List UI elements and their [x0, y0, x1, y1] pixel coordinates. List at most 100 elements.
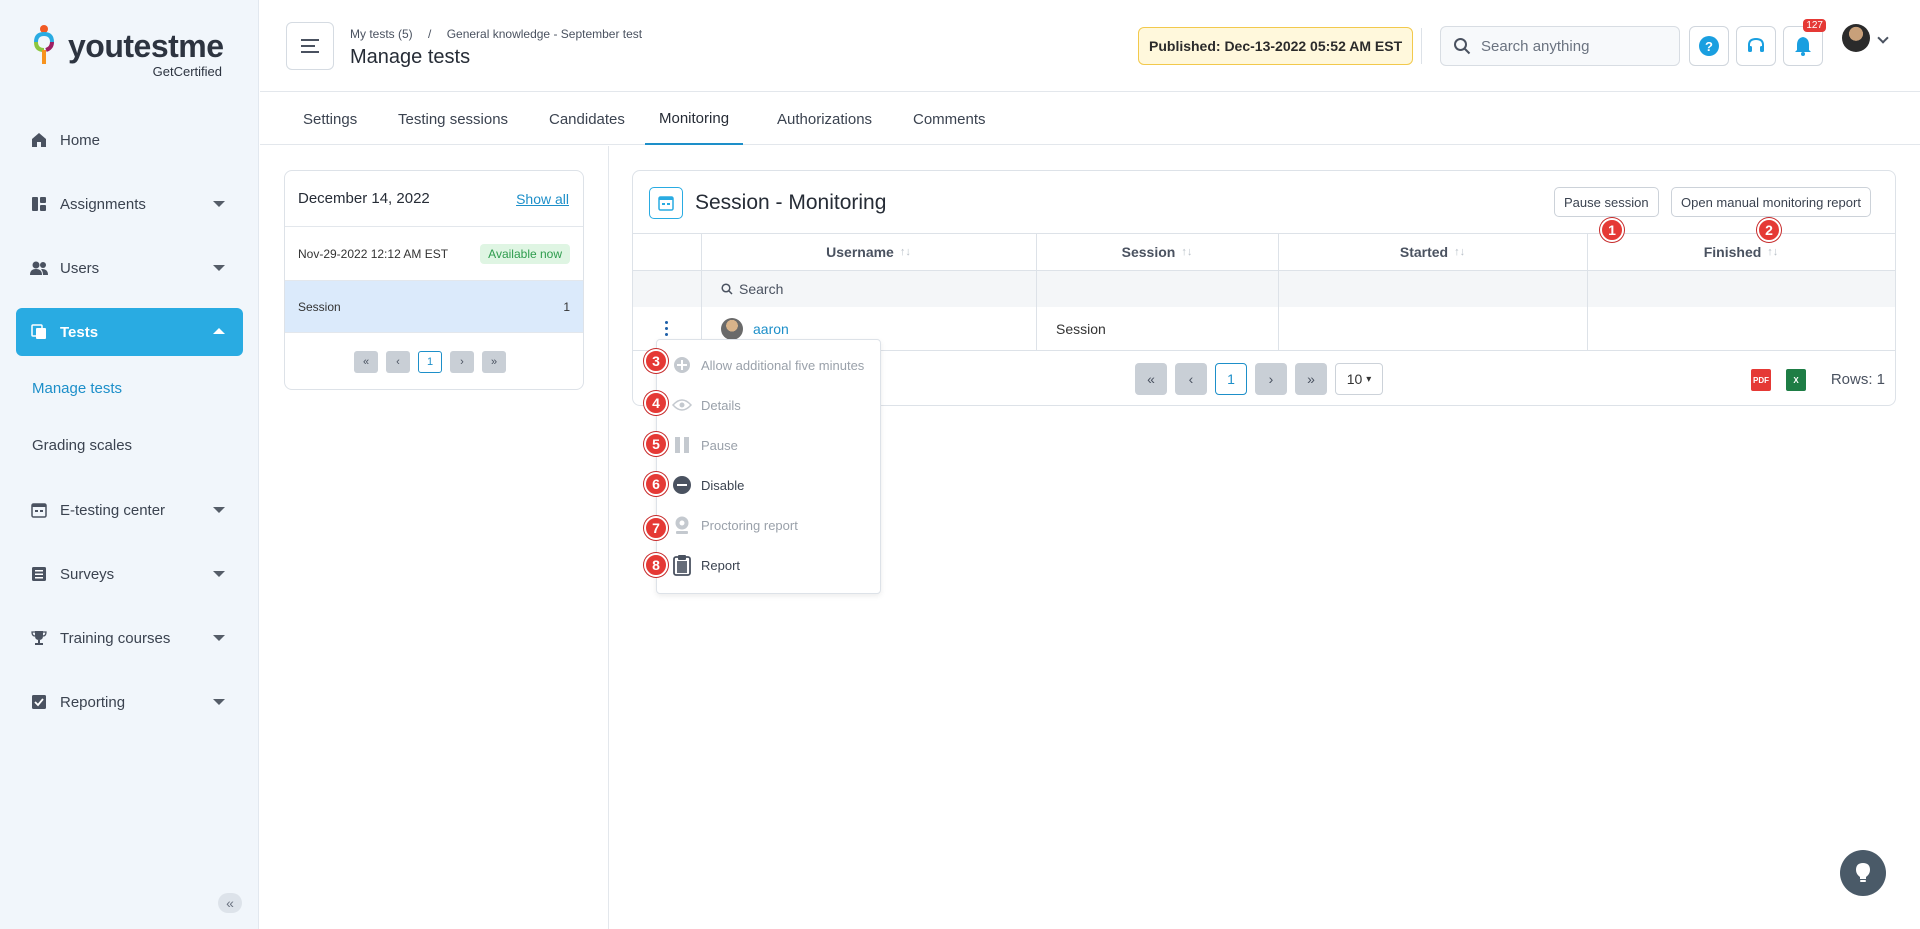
trophy-icon: [30, 629, 48, 647]
session-time: Nov-29-2022 12:12 AM EST: [298, 246, 449, 261]
user-avatar[interactable]: [1842, 24, 1870, 52]
username-filter-input[interactable]: Search: [721, 281, 783, 297]
column-header-label: Finished: [1703, 244, 1762, 260]
prev-page-button[interactable]: ‹: [1175, 363, 1207, 395]
column-header-finished[interactable]: Finished ↑↓: [1587, 233, 1895, 271]
headset-icon: [1748, 37, 1764, 52]
tab-settings[interactable]: Settings: [289, 93, 371, 145]
last-page-button[interactable]: »: [482, 351, 506, 373]
sidebar-item-home[interactable]: Home: [16, 116, 243, 164]
pause-session-button[interactable]: Pause session: [1554, 187, 1659, 217]
sidebar-subitem-grading-scales[interactable]: Grading scales: [32, 437, 132, 454]
pause-icon: [671, 434, 693, 456]
tab-comments[interactable]: Comments: [899, 93, 1000, 145]
sort-icon[interactable]: ↑↓: [900, 246, 911, 258]
sidebar: youtestme GetCertified Home Assignments …: [0, 0, 259, 929]
available-status-badge: Available now: [480, 243, 570, 264]
breadcrumb-my-tests[interactable]: My tests (5): [350, 27, 413, 41]
session-row-available[interactable]: Nov-29-2022 12:12 AM EST Available now: [285, 227, 583, 281]
assignments-icon: [30, 195, 48, 213]
sidebar-item-label: Users: [60, 259, 100, 277]
next-page-button[interactable]: ›: [450, 351, 474, 373]
reporting-icon: [30, 693, 48, 711]
username-link[interactable]: aaron: [753, 321, 789, 337]
current-page-button[interactable]: 1: [1215, 363, 1247, 395]
sidebar-item-e-testing-center[interactable]: E-testing center: [16, 486, 243, 534]
tips-button[interactable]: [1840, 850, 1886, 896]
sort-icon[interactable]: ↑↓: [1181, 246, 1192, 258]
column-header-started[interactable]: Started ↑↓: [1278, 233, 1587, 271]
column-divider: [1587, 233, 1588, 351]
add-time-icon: [671, 354, 693, 376]
filter-placeholder: Search: [739, 281, 784, 297]
chevron-down-icon: [213, 571, 225, 577]
breadcrumb-test-name[interactable]: General knowledge - September test: [447, 27, 642, 41]
column-header-username[interactable]: Username ↑↓: [701, 233, 1036, 271]
sidebar-item-surveys[interactable]: Surveys: [16, 550, 243, 598]
page-title: Manage tests: [350, 46, 471, 68]
chevron-up-icon: [213, 328, 225, 334]
tab-monitoring[interactable]: Monitoring: [645, 93, 744, 145]
card-title: Session - Monitoring: [695, 191, 887, 214]
row-actions-menu: Allow additional five minutes Details Pa…: [656, 339, 881, 594]
collapse-sidebar-button[interactable]: «: [218, 893, 242, 913]
help-button[interactable]: ?: [1689, 26, 1729, 66]
menu-item-allow-additional-five-minutes[interactable]: Allow additional five minutes: [671, 354, 864, 376]
tab-bar: Settings Testing sessions Candidates Mon…: [260, 93, 1920, 145]
sidebar-item-reporting[interactable]: Reporting: [16, 678, 243, 726]
show-all-link[interactable]: Show all: [516, 191, 569, 207]
tab-testing-sessions[interactable]: Testing sessions: [384, 93, 522, 145]
panel-divider: [608, 146, 609, 929]
menu-item-pause[interactable]: Pause: [671, 434, 738, 456]
first-page-button[interactable]: «: [354, 351, 378, 373]
rows-per-page-select[interactable]: 10 ▾: [1335, 363, 1383, 395]
next-page-button[interactable]: ›: [1255, 363, 1287, 395]
chevron-down-icon: [213, 699, 225, 705]
menu-item-label: Disable: [701, 477, 745, 493]
session-count: 1: [563, 299, 570, 314]
column-header-session[interactable]: Session ↑↓: [1036, 233, 1278, 271]
brand-logo[interactable]: youtestme GetCertified: [32, 24, 232, 80]
tab-authorizations[interactable]: Authorizations: [763, 93, 886, 145]
column-divider: [1278, 233, 1279, 351]
last-page-button[interactable]: »: [1295, 363, 1327, 395]
pdf-export-icon[interactable]: PDF: [1751, 369, 1771, 391]
sidebar-item-training-courses[interactable]: Training courses: [16, 614, 243, 662]
menu-item-report[interactable]: Report: [671, 554, 740, 576]
sidebar-item-label: Reporting: [60, 693, 126, 711]
row-actions-menu-icon[interactable]: [665, 321, 669, 336]
sidebar-subitem-manage-tests[interactable]: Manage tests: [32, 380, 122, 397]
sidebar-item-users[interactable]: Users: [16, 244, 243, 292]
current-page-button[interactable]: 1: [418, 351, 442, 373]
global-search-input[interactable]: Search anything: [1440, 26, 1680, 66]
menu-item-details[interactable]: Details: [671, 394, 741, 416]
menu-toggle-button[interactable]: [286, 22, 334, 70]
published-status-badge: Published: Dec-13-2022 05:52 AM EST: [1138, 27, 1414, 65]
notifications-button[interactable]: 127: [1783, 19, 1826, 66]
session-list-pagination: « ‹ 1 › »: [354, 351, 506, 373]
sort-icon[interactable]: ↑↓: [1767, 246, 1778, 258]
sidebar-item-tests[interactable]: Tests: [16, 308, 243, 356]
excel-export-icon[interactable]: X: [1786, 369, 1806, 391]
sort-icon[interactable]: ↑↓: [1454, 246, 1465, 258]
menu-item-proctoring-report[interactable]: Proctoring report: [671, 514, 798, 536]
sidebar-item-label: E-testing center: [60, 501, 166, 519]
tab-candidates[interactable]: Candidates: [535, 93, 639, 145]
brand-name: youtestme: [68, 28, 224, 64]
menu-item-label: Proctoring report: [701, 517, 798, 533]
chevron-down-icon: [213, 265, 225, 271]
sidebar-item-assignments[interactable]: Assignments: [16, 180, 243, 228]
rows-count: Rows: 1: [1830, 371, 1885, 388]
annotation-marker-1: 1: [1600, 218, 1624, 242]
open-manual-monitoring-report-button[interactable]: Open manual monitoring report: [1671, 187, 1871, 217]
users-icon: [30, 259, 48, 277]
menu-item-label: Details: [701, 397, 741, 413]
menu-item-disable[interactable]: Disable: [671, 474, 744, 496]
support-button[interactable]: [1736, 26, 1776, 66]
chevron-down-icon: [213, 635, 225, 641]
first-page-button[interactable]: «: [1135, 363, 1167, 395]
column-divider: [701, 233, 702, 351]
prev-page-button[interactable]: ‹: [386, 351, 410, 373]
session-row-selected[interactable]: Session 1: [285, 281, 583, 333]
annotation-marker-8: 8: [644, 553, 668, 577]
